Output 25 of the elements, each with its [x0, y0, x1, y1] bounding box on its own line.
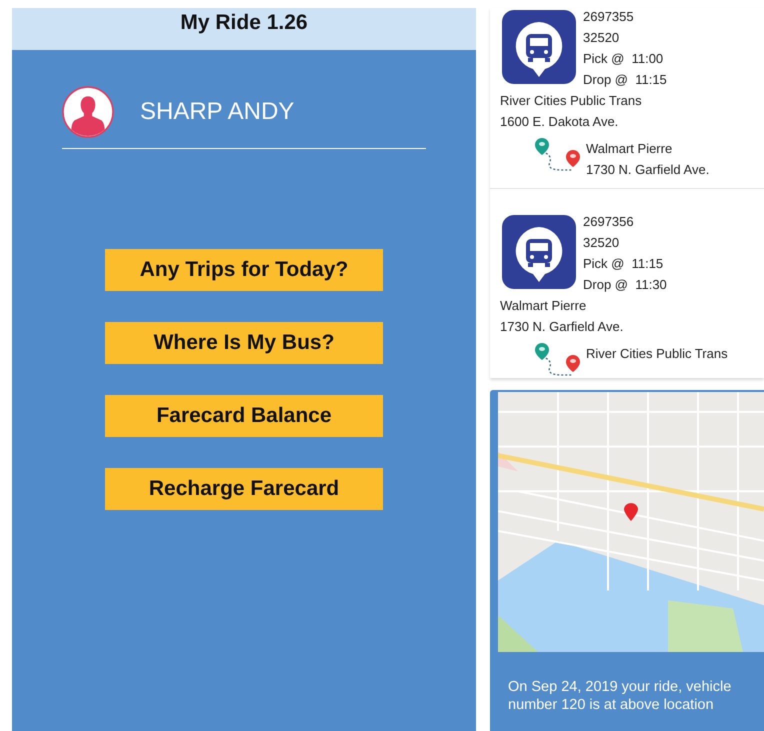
- dropoff-address: 1730 N. Garfield Ave.: [586, 161, 710, 179]
- drop-time: Drop @ 11:30: [583, 276, 667, 294]
- bus-location-message: On Sep 24, 2019 your ride, vehicle number 120 is at above location: [507, 678, 732, 714]
- trip-number: 2697355: [583, 8, 635, 26]
- dropoff-place: River Cities Public Trans: [586, 345, 728, 363]
- user-name: SHARP ANDY: [140, 98, 294, 126]
- pickup-place: Walmart Pierre: [500, 297, 588, 315]
- pickup-address: 1730 N. Garfield Ave.: [500, 318, 624, 336]
- menu-button[interactable]: Recharge Farecard: [105, 468, 383, 510]
- menu-button[interactable]: Farecard Balance: [105, 395, 383, 437]
- pickup-address: 1600 E. Dakota Ave.: [500, 113, 620, 131]
- menu-button[interactable]: Where Is My Bus?: [105, 322, 383, 364]
- app-title: My Ride 1.26: [180, 11, 308, 35]
- pick-time: Pick @ 11:00: [583, 50, 664, 68]
- dropoff-place: Walmart Pierre: [586, 140, 674, 158]
- route-pins-icon: [534, 343, 580, 378]
- avatar-icon: [62, 86, 114, 138]
- bus-app-icon: [502, 215, 576, 289]
- client-number: 32520: [583, 234, 620, 252]
- client-number: 32520: [583, 29, 620, 47]
- drop-time: Drop @ 11:15: [583, 71, 667, 89]
- pickup-place: River Cities Public Trans: [500, 92, 643, 110]
- trip-number: 2697356: [583, 213, 635, 231]
- pick-time: Pick @ 11:15: [583, 255, 664, 273]
- menu-button[interactable]: Any Trips for Today?: [105, 249, 383, 291]
